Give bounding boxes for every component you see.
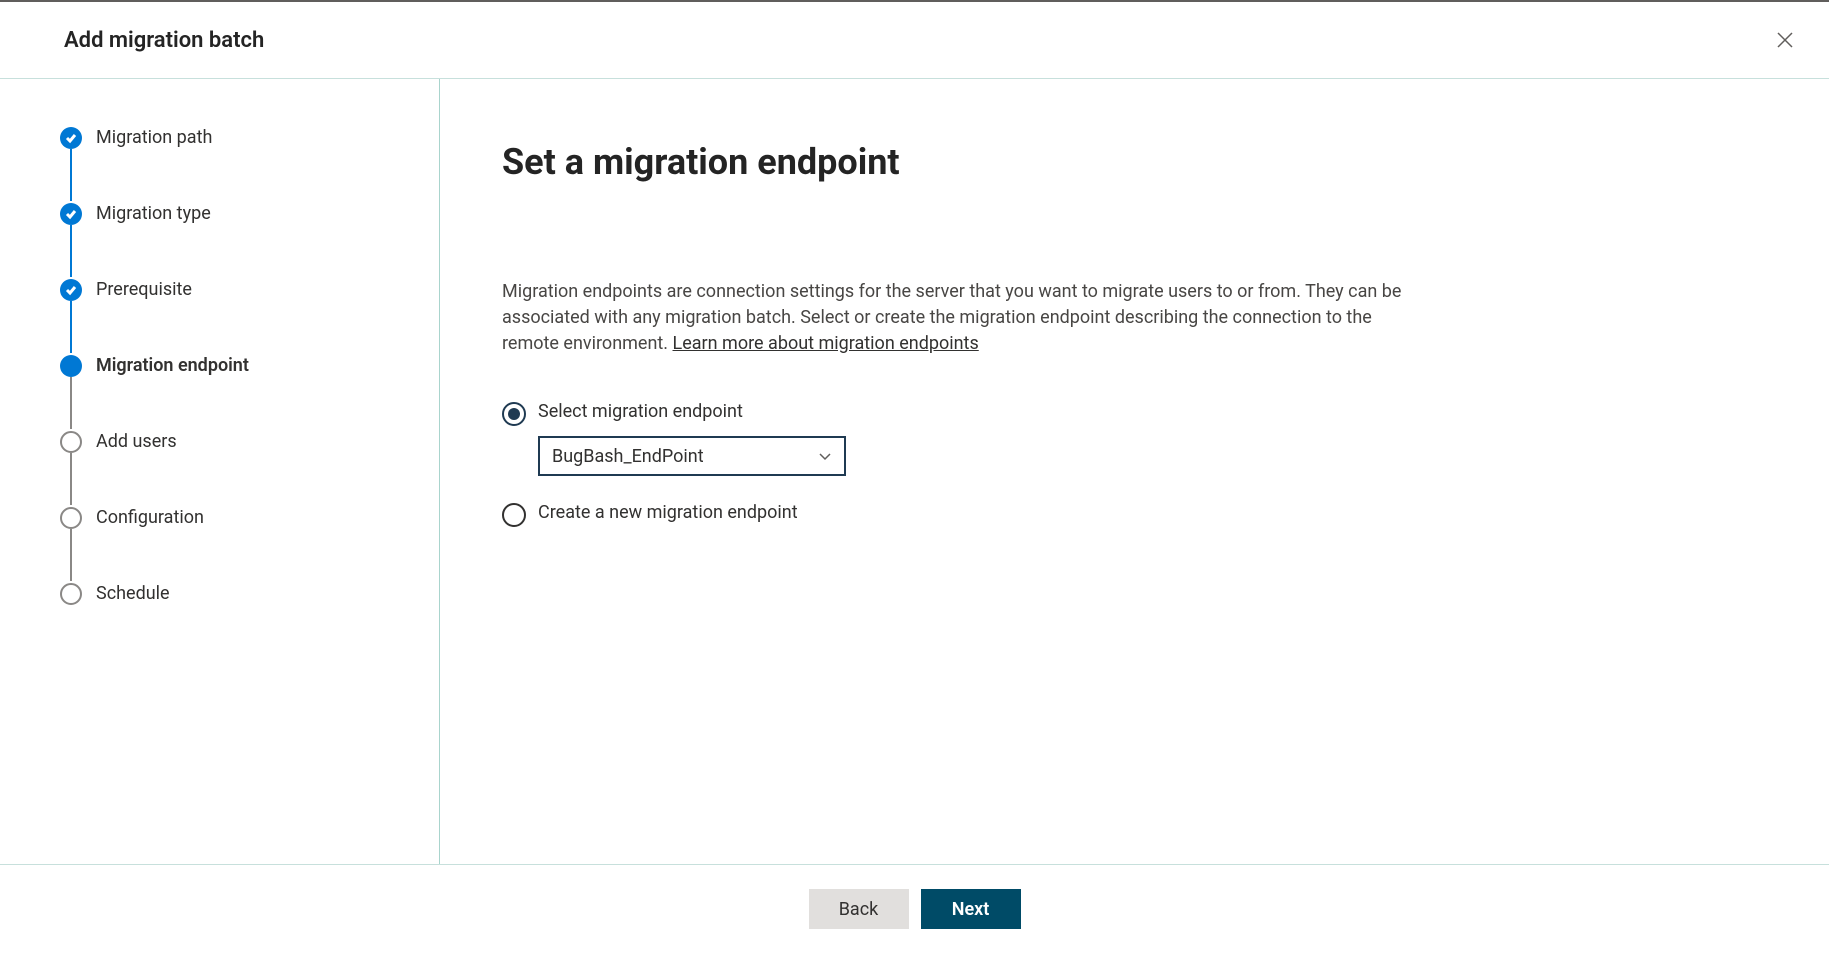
panel-header: Add migration batch bbox=[0, 2, 1829, 79]
next-button[interactable]: Next bbox=[921, 889, 1021, 929]
step-label: Add users bbox=[96, 431, 177, 452]
learn-more-link[interactable]: Learn more about migration endpoints bbox=[673, 333, 979, 354]
dropdown-selected-value: BugBash_EndPoint bbox=[552, 446, 704, 467]
pending-step-icon bbox=[60, 507, 82, 529]
step-add-users[interactable]: Add users bbox=[60, 431, 407, 507]
migration-endpoint-dropdown[interactable]: BugBash_EndPoint bbox=[538, 436, 846, 476]
step-label: Configuration bbox=[96, 507, 204, 528]
step-label: Prerequisite bbox=[96, 279, 192, 300]
step-list: Migration path Migration type Prerequisi… bbox=[60, 127, 407, 605]
radio-select-existing[interactable]: Select migration endpoint BugBash_EndPoi… bbox=[502, 401, 1733, 476]
radio-create-label: Create a new migration endpoint bbox=[538, 502, 798, 523]
step-schedule[interactable]: Schedule bbox=[60, 583, 407, 605]
close-icon bbox=[1776, 31, 1794, 49]
pending-step-icon bbox=[60, 583, 82, 605]
step-label: Migration type bbox=[96, 203, 211, 224]
current-step-icon bbox=[60, 355, 82, 377]
step-configuration[interactable]: Configuration bbox=[60, 507, 407, 583]
pending-step-icon bbox=[60, 431, 82, 453]
step-connector bbox=[70, 301, 72, 353]
radio-button-icon bbox=[502, 503, 526, 527]
step-connector bbox=[70, 225, 72, 277]
step-connector bbox=[70, 453, 72, 505]
content-title: Set a migration endpoint bbox=[502, 141, 1733, 183]
content-description: Migration endpoints are connection setti… bbox=[502, 279, 1422, 357]
panel-title: Add migration batch bbox=[64, 28, 264, 53]
radio-button-icon bbox=[502, 402, 526, 426]
panel-body: Migration path Migration type Prerequisi… bbox=[0, 79, 1829, 864]
step-label: Migration endpoint bbox=[96, 355, 249, 376]
step-connector bbox=[70, 377, 72, 429]
step-migration-endpoint[interactable]: Migration endpoint bbox=[60, 355, 407, 431]
step-connector bbox=[70, 149, 72, 201]
add-migration-batch-panel: Add migration batch Migration path bbox=[0, 2, 1829, 955]
step-label: Schedule bbox=[96, 583, 170, 604]
endpoint-choice-group: Select migration endpoint BugBash_EndPoi… bbox=[502, 401, 1733, 527]
step-label: Migration path bbox=[96, 127, 212, 148]
chevron-down-icon bbox=[818, 449, 832, 463]
radio-dot-icon bbox=[508, 408, 520, 420]
radio-create-new[interactable]: Create a new migration endpoint bbox=[502, 502, 1733, 527]
radio-select-label: Select migration endpoint bbox=[538, 401, 846, 422]
step-prerequisite[interactable]: Prerequisite bbox=[60, 279, 407, 355]
step-connector bbox=[70, 529, 72, 581]
checkmark-icon bbox=[60, 127, 82, 149]
checkmark-icon bbox=[60, 279, 82, 301]
close-button[interactable] bbox=[1769, 24, 1801, 56]
content-area: Set a migration endpoint Migration endpo… bbox=[440, 79, 1829, 864]
step-migration-type[interactable]: Migration type bbox=[60, 203, 407, 279]
wizard-steps-sidebar: Migration path Migration type Prerequisi… bbox=[0, 79, 440, 864]
panel-footer: Back Next bbox=[0, 864, 1829, 955]
step-migration-path[interactable]: Migration path bbox=[60, 127, 407, 203]
radio-select-content: Select migration endpoint BugBash_EndPoi… bbox=[538, 401, 846, 476]
checkmark-icon bbox=[60, 203, 82, 225]
back-button[interactable]: Back bbox=[809, 889, 909, 929]
